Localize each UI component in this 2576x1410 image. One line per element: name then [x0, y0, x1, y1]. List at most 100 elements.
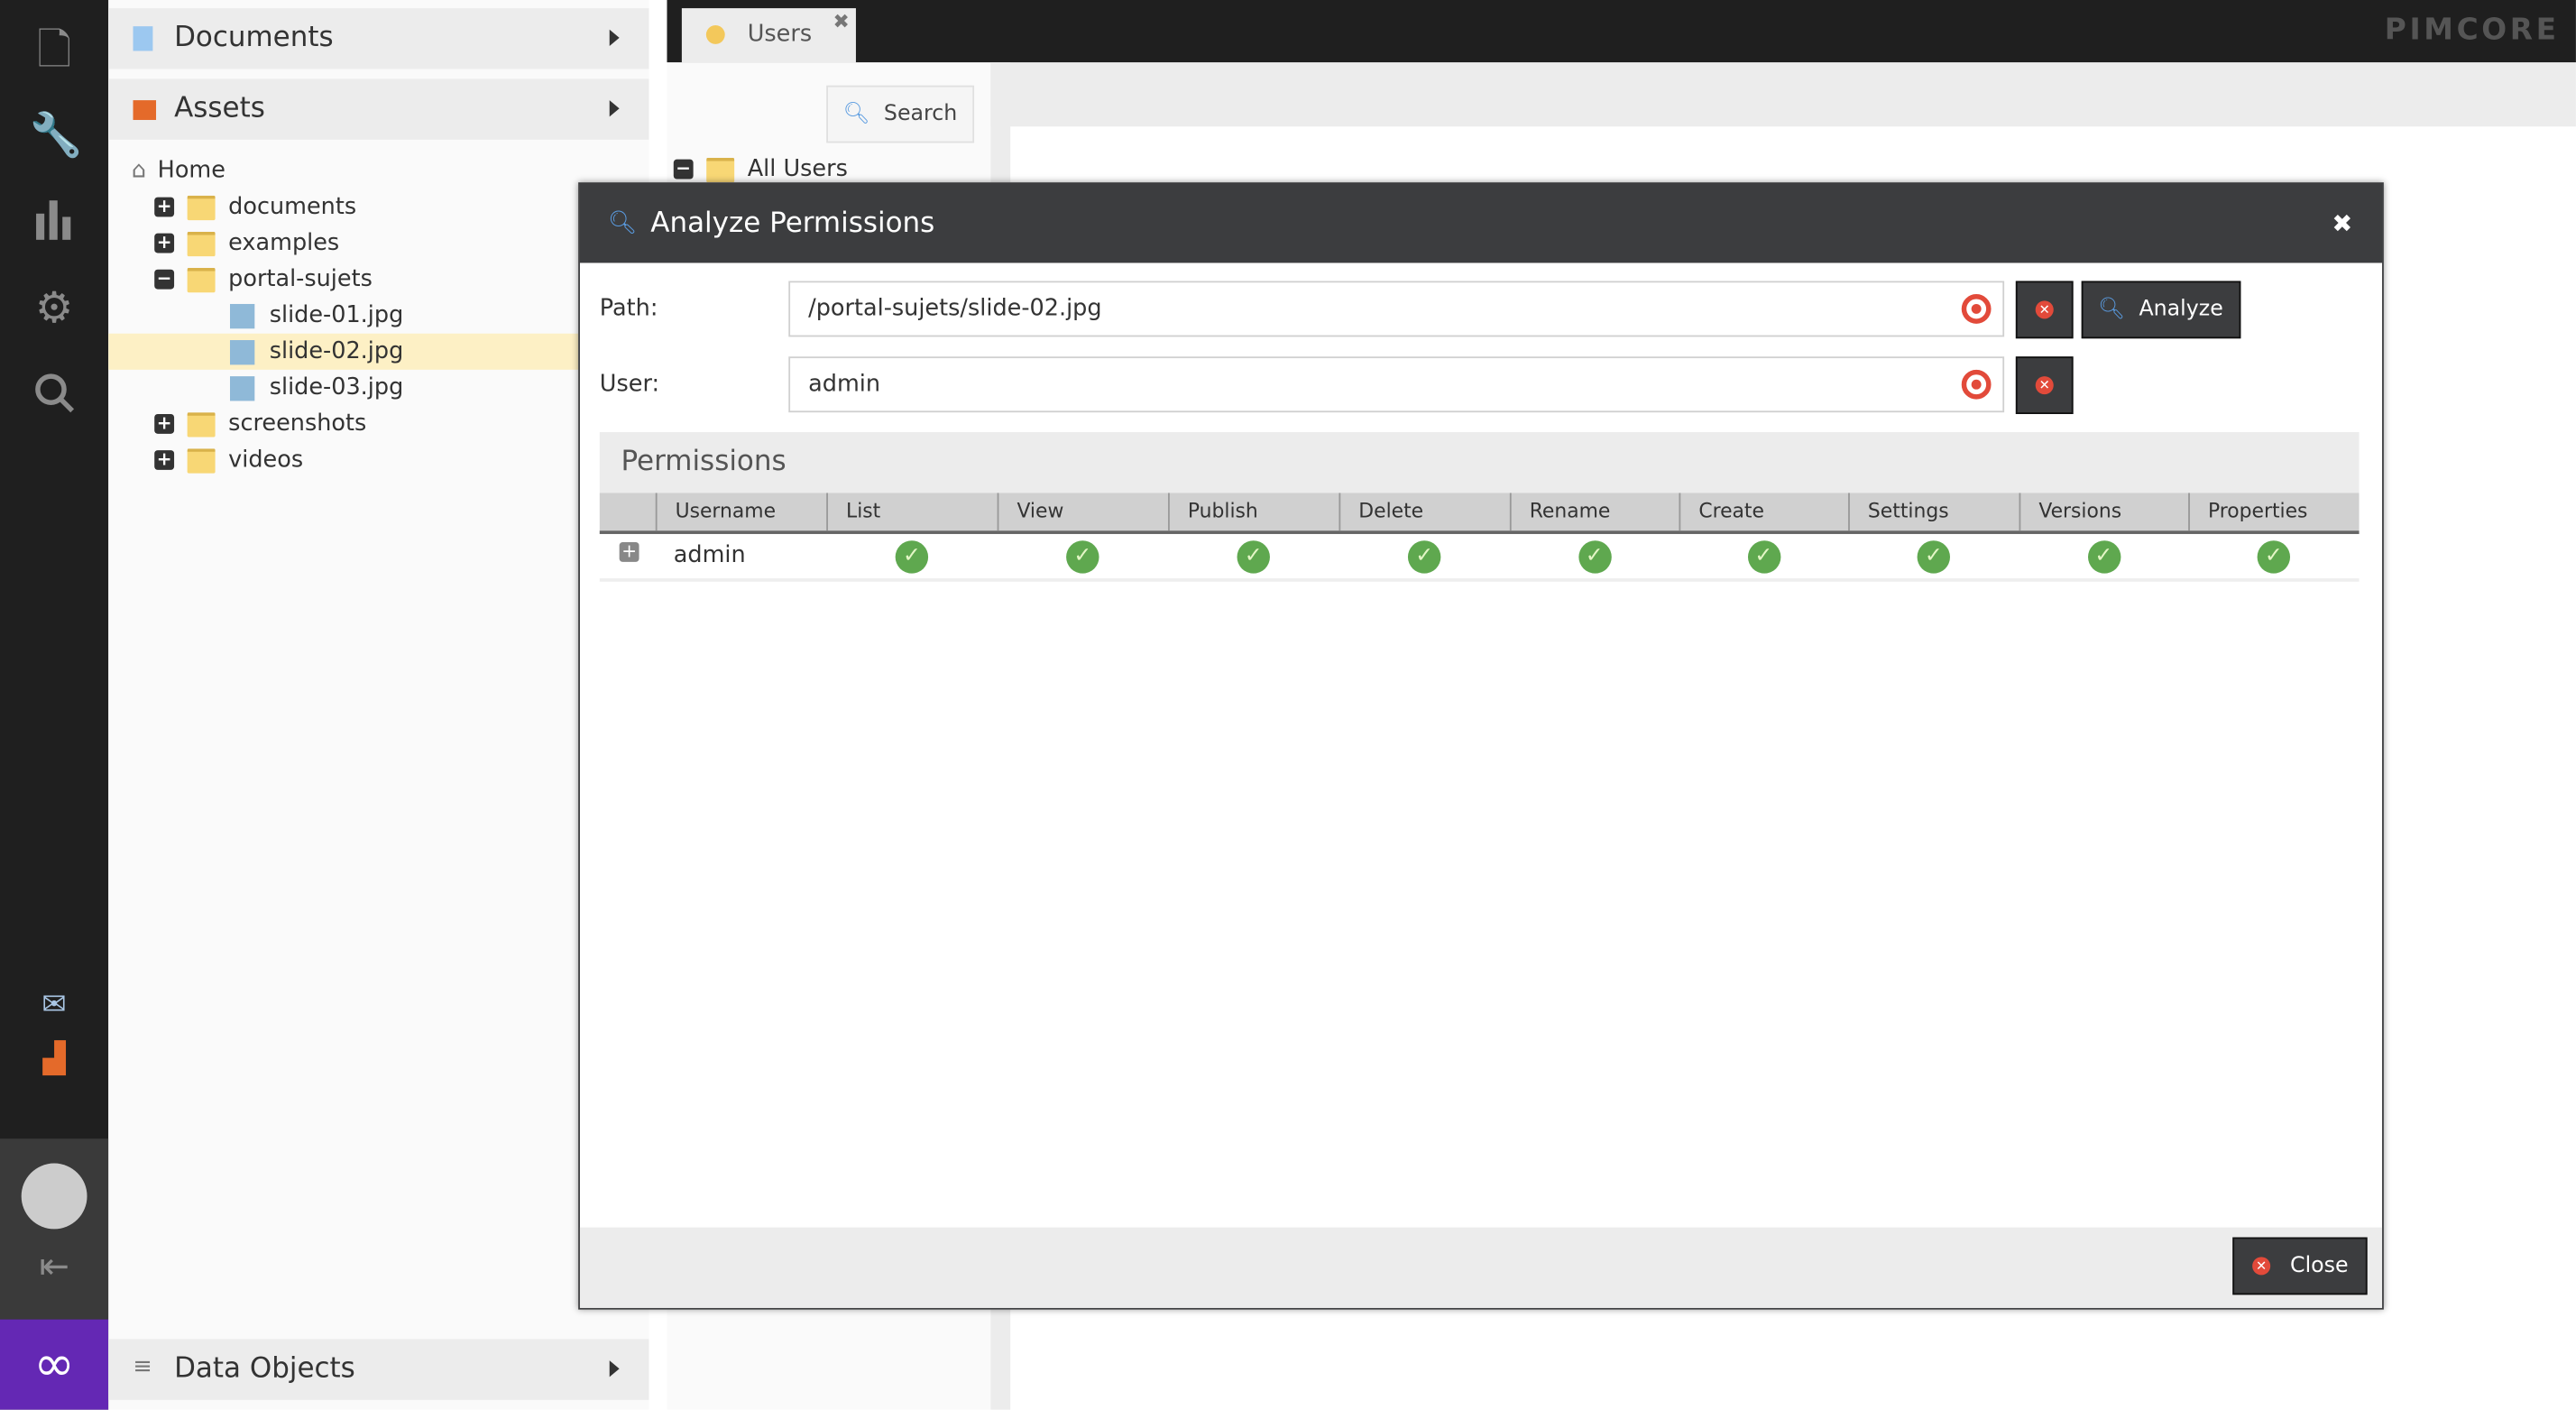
clear-icon: ✕ [2035, 376, 2054, 395]
close-tab-icon[interactable]: ✖ [833, 10, 849, 32]
close-circle-icon: ✕ [2252, 1257, 2271, 1276]
image-icon [229, 303, 255, 328]
expand-arrow-icon [609, 100, 620, 117]
collapse-icon[interactable]: − [154, 269, 175, 290]
tree-node[interactable]: slide-03.jpg [229, 370, 403, 406]
path-field[interactable]: /portal-sujets/slide-02.jpg [788, 281, 2005, 337]
documents-accordion[interactable]: Documents [108, 8, 649, 69]
grid-header: Username List View Publish Delete Rename Creat… [599, 493, 2360, 534]
check-icon: ✓ [1578, 540, 1611, 574]
gear-icon[interactable]: ⚙ [30, 284, 79, 334]
tree-node[interactable]: slide-01.jpg [229, 298, 403, 334]
folder-icon [187, 447, 216, 473]
tree-node-home[interactable]: ⌂ Home [132, 152, 225, 189]
tree-node-all-users[interactable]: − All Users [673, 154, 848, 184]
check-icon: ✓ [1407, 540, 1441, 574]
user-label: User: [599, 371, 660, 398]
column-header[interactable]: Rename [1509, 493, 1679, 531]
user-field[interactable]: admin [788, 356, 2005, 413]
column-header[interactable]: Properties [2188, 493, 2359, 531]
document-icon [133, 26, 153, 51]
search-icon: 🔍︎ [842, 101, 870, 127]
column-header[interactable]: Settings [1848, 493, 2019, 531]
dialog-footer: ✕ Close [579, 1227, 2383, 1308]
folder-icon [187, 230, 216, 256]
expand-arrow-icon [609, 29, 620, 46]
data-objects-accordion[interactable]: ≡ Data Objects [108, 1339, 649, 1400]
close-button[interactable]: ✕ Close [2232, 1237, 2368, 1295]
tree-panel: Documents Assets ⌂ Home + documents + examp… [108, 0, 649, 1410]
folder-icon [187, 266, 216, 292]
tab-users[interactable]: ● Users ✖ [681, 8, 856, 63]
username-cell: admin [673, 542, 746, 569]
wrench-icon[interactable]: 🔧 [30, 112, 83, 161]
permission-cell: ✓ [2019, 534, 2189, 578]
target-icon[interactable] [1961, 369, 1992, 400]
permission-cell: ✓ [2188, 534, 2359, 578]
expand-icon[interactable]: + [154, 197, 175, 217]
check-icon: ✓ [895, 540, 929, 574]
avatar[interactable] [21, 1163, 87, 1230]
close-icon[interactable]: ✖ [2332, 184, 2352, 263]
expand-row-icon[interactable]: + [619, 541, 639, 562]
check-icon: ✓ [1917, 540, 1951, 574]
tree-node[interactable]: + documents [154, 189, 356, 225]
column-header[interactable]: Delete [1339, 493, 1509, 531]
search-button[interactable]: 🔍︎ Search [826, 85, 975, 143]
tree-node[interactable]: + screenshots [154, 406, 366, 442]
permission-cell: ✓ [998, 534, 1168, 578]
search-icon[interactable] [30, 372, 79, 421]
file-icon[interactable]: 🗋 [30, 26, 79, 76]
tree-node[interactable]: − portal-sujets [154, 262, 373, 298]
permissions-title: Permissions [599, 432, 2360, 493]
logout-icon[interactable]: ⇤ [30, 1244, 79, 1294]
assets-icon [133, 100, 157, 120]
tab-bar: PIMCORE [667, 0, 2576, 63]
expand-icon[interactable]: + [154, 233, 175, 253]
image-icon [229, 339, 255, 364]
factory-icon[interactable]: ▟ [30, 1035, 79, 1084]
assets-accordion[interactable]: Assets [108, 78, 649, 140]
permissions-panel: Permissions Username List View Publish Delet… [599, 432, 2360, 582]
pimcore-logo[interactable]: ∞ [0, 1319, 109, 1410]
main-sidebar: 🗋 🔧 ⚙ ✉ ▟ ⇤ ∞ [0, 0, 109, 1410]
column-header[interactable]: Versions [2019, 493, 2189, 531]
column-header[interactable]: Username [655, 493, 826, 531]
expand-icon[interactable]: + [154, 413, 175, 434]
expand-icon[interactable]: + [154, 449, 175, 470]
target-icon[interactable] [1961, 294, 1992, 324]
clear-path-button[interactable]: ✕ [2015, 281, 2074, 339]
tree-node[interactable]: + examples [154, 226, 339, 262]
clear-user-button[interactable]: ✕ [2015, 356, 2074, 414]
search-icon: 🔍︎ [2097, 297, 2126, 322]
tree-node-selected[interactable]: slide-02.jpg [108, 333, 649, 370]
column-header[interactable]: Create [1679, 493, 1848, 531]
brand-logo: PIMCORE [2384, 13, 2560, 48]
clear-icon: ✕ [2035, 300, 2054, 319]
bar-chart-icon[interactable] [30, 198, 79, 247]
home-icon: ⌂ [131, 157, 146, 184]
dialog-title: Analyze Permissions [650, 207, 935, 240]
permission-cell: ✓ [1168, 534, 1339, 578]
folder-icon [706, 156, 735, 182]
analyze-button[interactable]: 🔍︎ Analyze [2081, 281, 2241, 339]
tree-node[interactable]: + videos [154, 442, 303, 478]
folder-icon [187, 411, 216, 437]
list-icon: ≡ [133, 1353, 152, 1380]
expand-arrow-icon [609, 1360, 620, 1378]
check-icon: ✓ [2087, 540, 2121, 574]
column-header[interactable]: List [826, 493, 997, 531]
folder-icon [187, 194, 216, 220]
permission-cell: ✓ [1339, 534, 1509, 578]
analyze-permissions-dialog: 🔍︎ Analyze Permissions ✖ Path: /portal-s… [578, 182, 2384, 1310]
permission-cell: ✓ [1510, 534, 1679, 578]
table-row[interactable]: + admin ✓ ✓ ✓ ✓ ✓ ✓ ✓ ✓ ✓ [599, 534, 2360, 582]
column-header[interactable]: Publish [1168, 493, 1339, 531]
column-header[interactable]: View [997, 493, 1168, 531]
collapse-icon[interactable]: − [673, 159, 694, 180]
mail-icon[interactable]: ✉ [30, 981, 79, 1030]
permission-cell: ✓ [826, 534, 997, 578]
content-header [990, 62, 2576, 127]
check-icon: ✓ [1066, 540, 1099, 574]
check-icon: ✓ [2257, 540, 2291, 574]
